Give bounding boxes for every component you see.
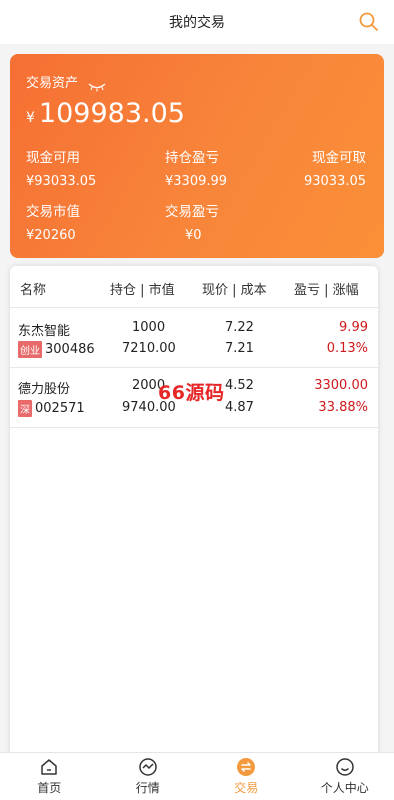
cost-price: 7.21 [225,341,254,356]
stock-name: 德力股份 [18,382,71,397]
tab-label: 个人中心 [320,781,369,795]
header-position-value: 持仓 | 市值 [110,283,175,298]
cash-available-value: ¥93033.05 [26,174,97,189]
holding-pl: 持仓盈亏 ¥3309.99 [165,146,227,189]
top-header: 我的交易 [0,0,394,44]
cash-available-label: 现金可用 [26,150,80,166]
holding-pl-value: ¥3309.99 [165,174,228,189]
asset-card: 交易资产 ¥ 109983.05 现金可用 ¥93033.05 持仓盈亏 ¥33… [10,54,384,258]
page-title: 我的交易 [169,15,225,31]
tab-market[interactable]: 行情 [99,753,198,800]
market-value-value: ¥20260 [26,228,76,243]
stock-code-group: 创业 300486 [18,341,95,358]
market-value-label: 交易市值 [26,204,80,220]
cash-withdrawable: 现金可取 93033.05 [304,146,366,189]
header-name: 名称 [20,283,47,298]
asset-total: ¥ 109983.05 [26,98,185,129]
tab-trade[interactable]: 交易 [197,753,296,800]
header-price-cost: 现价 | 成本 [202,283,267,298]
tab-home[interactable]: 首页 [0,753,99,800]
table-row[interactable]: 东杰智能 创业 300486 1000 7210.00 7.22 7.21 9.… [10,308,378,368]
tab-label: 行情 [135,781,160,795]
asset-label: 交易资产 [26,76,79,91]
position: 1000 [132,320,166,335]
cash-withdrawable-value: 93033.05 [303,174,366,189]
asset-total-value: 109983.05 [38,98,185,129]
cash-withdrawable-label: 现金可取 [312,150,366,166]
market-value: 交易市值 ¥20260 [26,200,80,243]
profit-loss: 3300.00 [314,378,368,393]
tab-label: 首页 [37,781,62,795]
bottom-tabbar: 首页 行情 交易 个人中心 [0,752,394,800]
tab-label: 交易 [234,781,259,795]
chart-icon [139,758,157,776]
table-header: 名称 持仓 | 市值 现价 | 成本 盈亏 | 涨幅 [10,266,378,308]
current-price: 4.52 [225,378,254,393]
eye-closed-icon[interactable] [88,77,106,91]
tab-profile[interactable]: 个人中心 [296,753,394,800]
current-price: 7.22 [225,320,254,335]
profit-loss: 9.99 [339,320,368,335]
search-icon[interactable] [358,11,380,33]
asset-label-row: 交易资产 [26,72,106,91]
trade-icon [237,758,256,776]
stock-code: 002571 [35,401,85,416]
stock-code: 300486 [45,342,95,357]
change-percent: 0.13% [326,341,368,356]
market-tag: 创业 [18,341,42,358]
user-icon [336,758,354,776]
stock-code-group: 深 002571 [18,400,85,417]
currency-symbol: ¥ [26,110,35,126]
trade-pl-label: 交易盈亏 [165,204,219,220]
market-value: 7210.00 [122,341,176,356]
watermark: 66源码 [158,382,225,404]
stock-name: 东杰智能 [18,324,71,339]
cost-price: 4.87 [225,400,254,415]
cash-available: 现金可用 ¥93033.05 [26,146,96,189]
holdings-panel: 名称 持仓 | 市值 现价 | 成本 盈亏 | 涨幅 东杰智能 创业 30048… [10,266,378,800]
holding-pl-label: 持仓盈亏 [165,150,219,166]
home-icon [41,759,57,775]
change-percent: 33.88% [318,400,368,415]
trade-pl: 交易盈亏 ¥0 [165,200,219,243]
trade-pl-value: ¥0 [185,228,202,243]
market-tag: 深 [18,400,32,417]
header-pl-change: 盈亏 | 涨幅 [294,283,359,298]
